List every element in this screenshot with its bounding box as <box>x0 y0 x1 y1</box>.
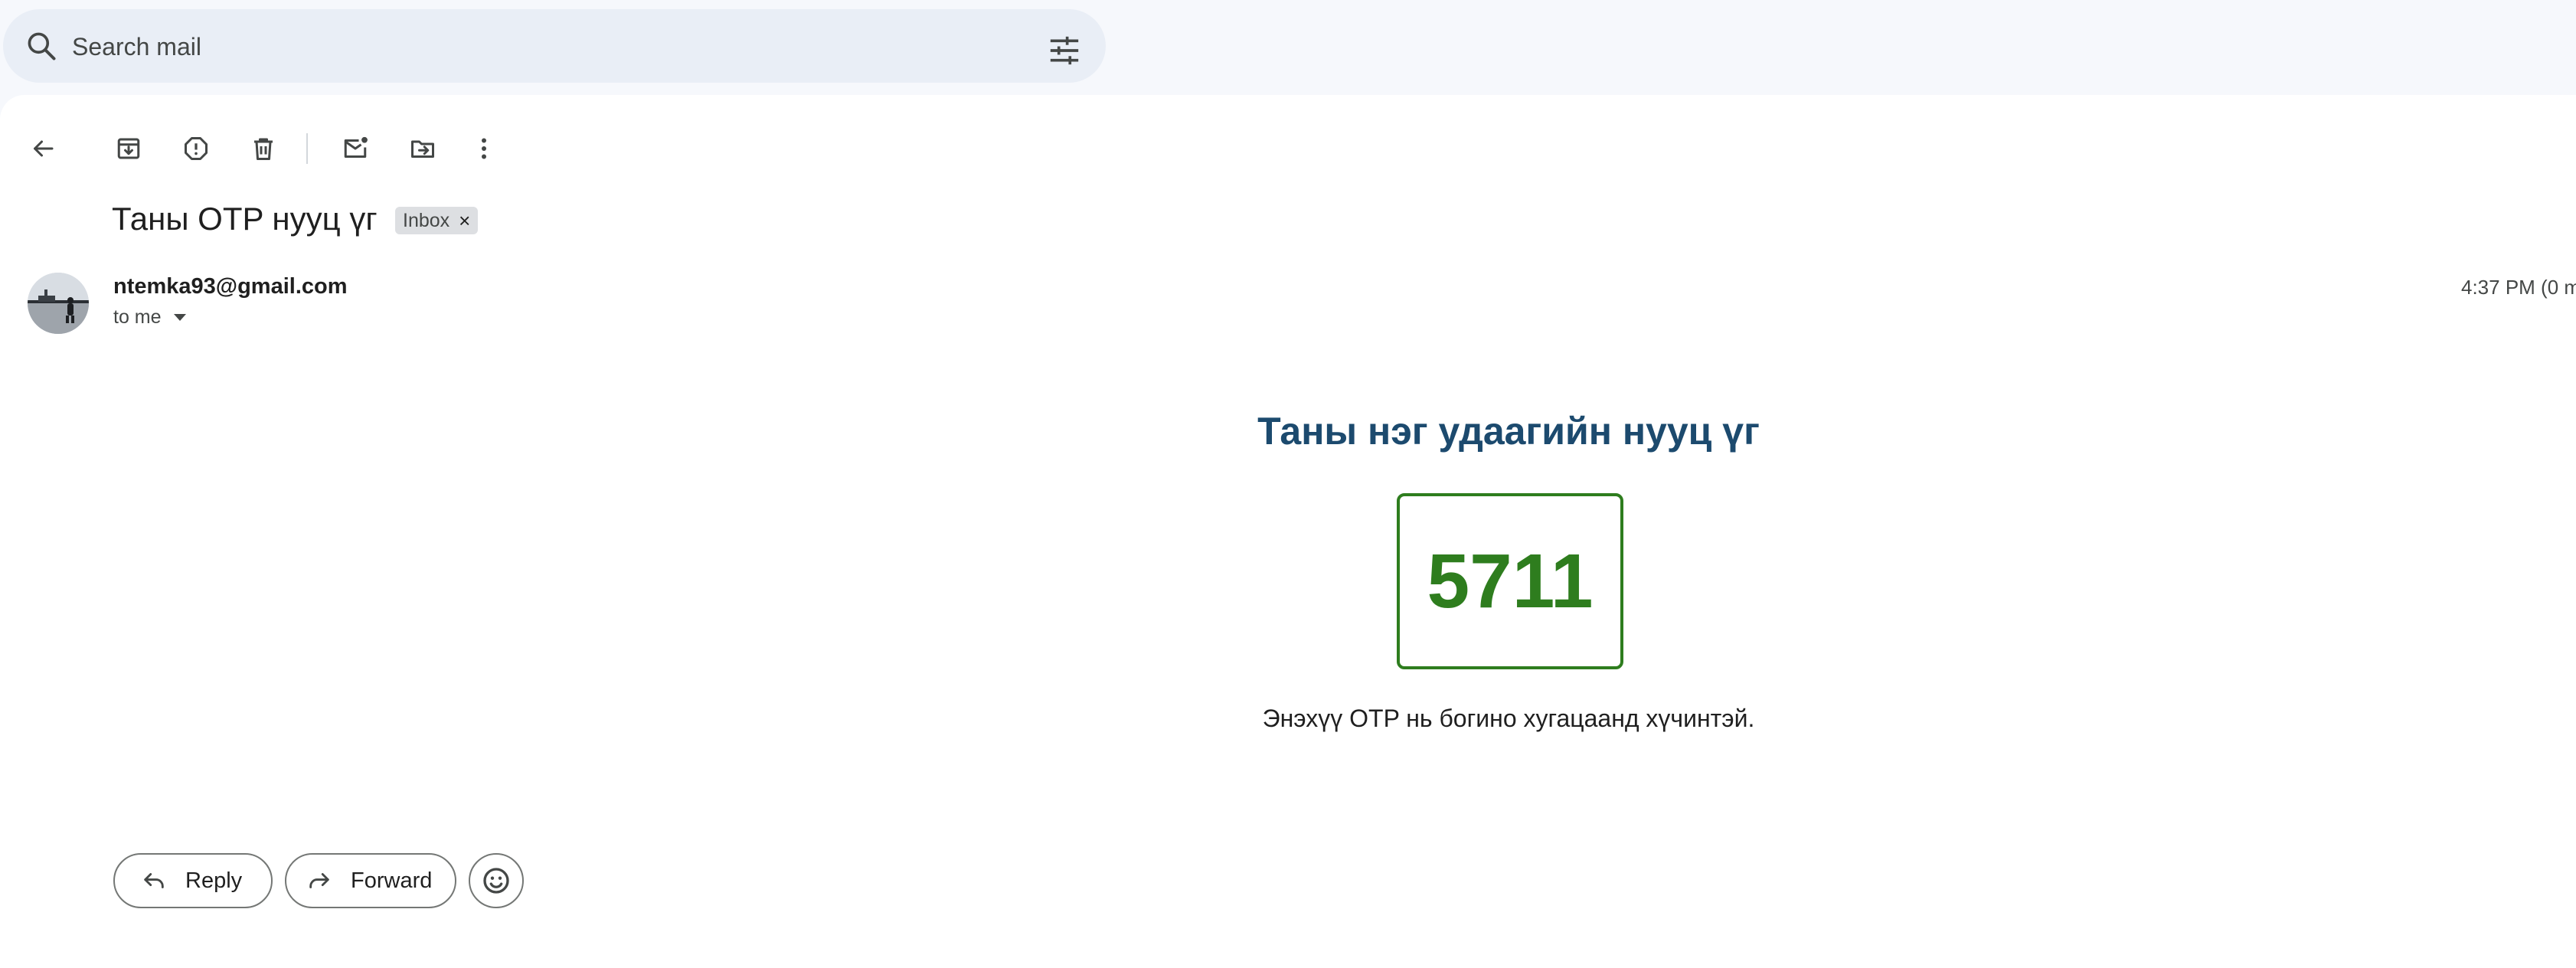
search-icon[interactable] <box>25 29 58 63</box>
mark-unread-icon <box>344 136 368 158</box>
back-arrow-icon <box>34 140 54 157</box>
otp-heading: Таны нэг удаагийн нууц үг <box>1257 410 1760 453</box>
sender-avatar[interactable] <box>28 273 89 334</box>
delete-button[interactable] <box>245 130 282 167</box>
report-spam-button[interactable] <box>178 130 214 167</box>
search-options-icon[interactable] <box>1048 35 1081 66</box>
otp-validity-note: Энэхүү OTP нь богино хугацаанд хүчинтэй. <box>1262 705 1755 732</box>
recipient-details-toggle[interactable]: to me <box>113 306 186 329</box>
emoji-reaction-button[interactable] <box>469 853 524 908</box>
remove-label-icon[interactable]: × <box>459 209 470 233</box>
sender-email[interactable]: ntemka93@gmail.com <box>113 274 348 299</box>
archive-icon <box>117 138 140 159</box>
forward-button[interactable]: Forward <box>285 853 456 908</box>
otp-code: 5711 <box>1427 538 1594 624</box>
search-input[interactable] <box>70 28 992 66</box>
message-panel: Таны OTP нууц үг Inbox × ntemka93@gmail.… <box>0 95 2576 968</box>
archive-button[interactable] <box>110 130 147 167</box>
forward-label: Forward <box>351 868 433 893</box>
report-spam-icon <box>185 137 208 160</box>
more-options-icon <box>482 138 486 159</box>
delete-icon <box>254 138 273 160</box>
reply-label: Reply <box>185 868 243 893</box>
chevron-down-icon <box>173 314 186 321</box>
emoji-icon <box>483 868 509 894</box>
reply-icon <box>144 873 164 888</box>
move-to-icon <box>411 140 434 158</box>
inbox-label[interactable]: Inbox × <box>395 207 479 234</box>
mark-unread-button[interactable] <box>337 130 374 167</box>
email-subject: Таны OTP нууц үг <box>112 201 378 237</box>
back-button[interactable] <box>25 130 61 167</box>
message-timestamp: 4:37 PM (0 min <box>2461 276 2576 299</box>
recipient-label: to me <box>113 306 162 328</box>
avatar-photo-icon <box>28 273 89 334</box>
inbox-label-text: Inbox <box>403 209 450 231</box>
top-bar <box>0 0 2576 95</box>
more-options-button[interactable] <box>466 130 502 167</box>
otp-box: 5711 <box>1397 493 1623 669</box>
search-bar[interactable] <box>3 9 1106 83</box>
reply-button[interactable]: Reply <box>113 853 273 908</box>
toolbar-divider <box>306 133 308 164</box>
forward-icon <box>309 873 329 888</box>
move-to-button[interactable] <box>404 130 441 167</box>
